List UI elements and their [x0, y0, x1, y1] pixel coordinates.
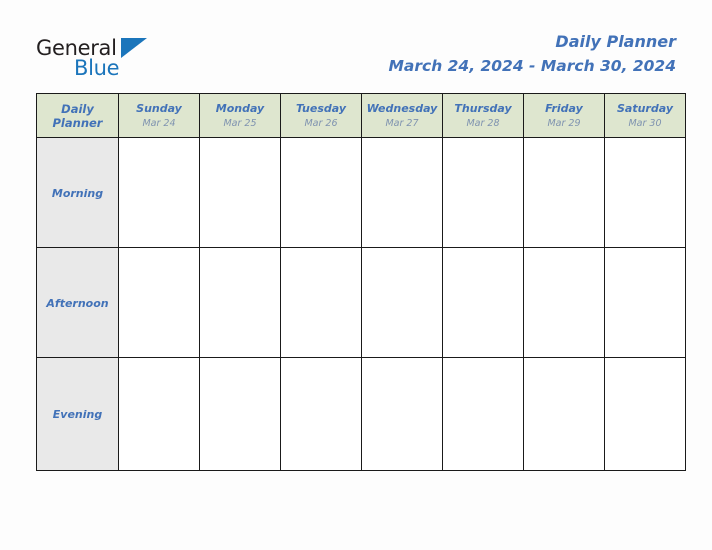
table-row-morning: Morning — [36, 137, 686, 248]
day-header-monday: Monday Mar 25 — [199, 93, 281, 138]
cell-morning-sunday[interactable] — [118, 137, 200, 248]
slot-label-text: Evening — [52, 408, 103, 421]
row-label-evening: Evening — [36, 357, 119, 471]
cell-morning-wednesday[interactable] — [361, 137, 443, 248]
cell-morning-thursday[interactable] — [442, 137, 524, 248]
corner-label-line1: Daily — [61, 101, 94, 116]
table-header: Daily Planner Sunday Mar 24 Monday Mar 2… — [36, 93, 686, 138]
cell-afternoon-thursday[interactable] — [442, 247, 524, 358]
logo-triangle-icon — [121, 38, 147, 58]
title-block: Daily Planner March 24, 2024 - March 30,… — [388, 32, 676, 77]
cell-morning-saturday[interactable] — [604, 137, 686, 248]
corner-header-cell: Daily Planner — [36, 93, 119, 138]
cell-morning-monday[interactable] — [199, 137, 281, 248]
cell-morning-tuesday[interactable] — [280, 137, 362, 248]
day-header-sunday: Sunday Mar 24 — [118, 93, 200, 138]
row-label-morning: Morning — [36, 137, 119, 248]
logo-text-blue: Blue — [74, 56, 120, 80]
cell-evening-wednesday[interactable] — [361, 357, 443, 471]
day-date: Mar 25 — [223, 117, 257, 129]
cell-afternoon-wednesday[interactable] — [361, 247, 443, 358]
day-date: Mar 26 — [304, 117, 338, 129]
day-date: Mar 27 — [385, 117, 419, 129]
daily-planner-table: Daily Planner Sunday Mar 24 Monday Mar 2… — [36, 93, 686, 471]
day-date: Mar 29 — [547, 117, 581, 129]
row-label-afternoon: Afternoon — [36, 247, 119, 358]
cell-afternoon-monday[interactable] — [199, 247, 281, 358]
day-header-friday: Friday Mar 29 — [523, 93, 605, 138]
cell-evening-saturday[interactable] — [604, 357, 686, 471]
day-name: Saturday — [617, 101, 673, 115]
cell-afternoon-sunday[interactable] — [118, 247, 200, 358]
day-header-tuesday: Tuesday Mar 26 — [280, 93, 362, 138]
day-name: Monday — [215, 101, 265, 115]
page-title: Daily Planner — [555, 32, 676, 51]
slot-label-text: Afternoon — [46, 296, 109, 310]
cell-afternoon-friday[interactable] — [523, 247, 605, 358]
day-name: Wednesday — [366, 101, 438, 115]
day-date: Mar 30 — [628, 117, 662, 129]
day-header-wednesday: Wednesday Mar 27 — [361, 93, 443, 138]
header-row: Daily Planner Sunday Mar 24 Monday Mar 2… — [36, 93, 686, 138]
cell-evening-monday[interactable] — [199, 357, 281, 471]
day-header-thursday: Thursday Mar 28 — [442, 93, 524, 138]
cell-morning-friday[interactable] — [523, 137, 605, 248]
page-header: General Blue Daily Planner March 24, 202… — [0, 0, 712, 93]
corner-label-line2: Planner — [52, 115, 103, 130]
cell-afternoon-tuesday[interactable] — [280, 247, 362, 358]
day-name: Sunday — [136, 101, 182, 115]
date-range: March 24, 2024 - March 30, 2024 — [388, 57, 676, 75]
cell-evening-thursday[interactable] — [442, 357, 524, 471]
general-blue-logo: General Blue — [36, 36, 226, 82]
day-name: Thursday — [454, 101, 512, 115]
day-date: Mar 24 — [142, 117, 176, 129]
table-row-evening: Evening — [36, 357, 686, 471]
cell-evening-tuesday[interactable] — [280, 357, 362, 471]
cell-evening-sunday[interactable] — [118, 357, 200, 471]
day-header-saturday: Saturday Mar 30 — [604, 93, 686, 138]
table-body: Morning Afternoon Evening — [36, 137, 686, 471]
cell-evening-friday[interactable] — [523, 357, 605, 471]
slot-label-text: Morning — [51, 186, 104, 200]
table-row-afternoon: Afternoon — [36, 247, 686, 358]
day-name: Friday — [545, 101, 583, 115]
cell-afternoon-saturday[interactable] — [604, 247, 686, 358]
day-date: Mar 28 — [466, 117, 500, 129]
day-name: Tuesday — [295, 101, 347, 115]
